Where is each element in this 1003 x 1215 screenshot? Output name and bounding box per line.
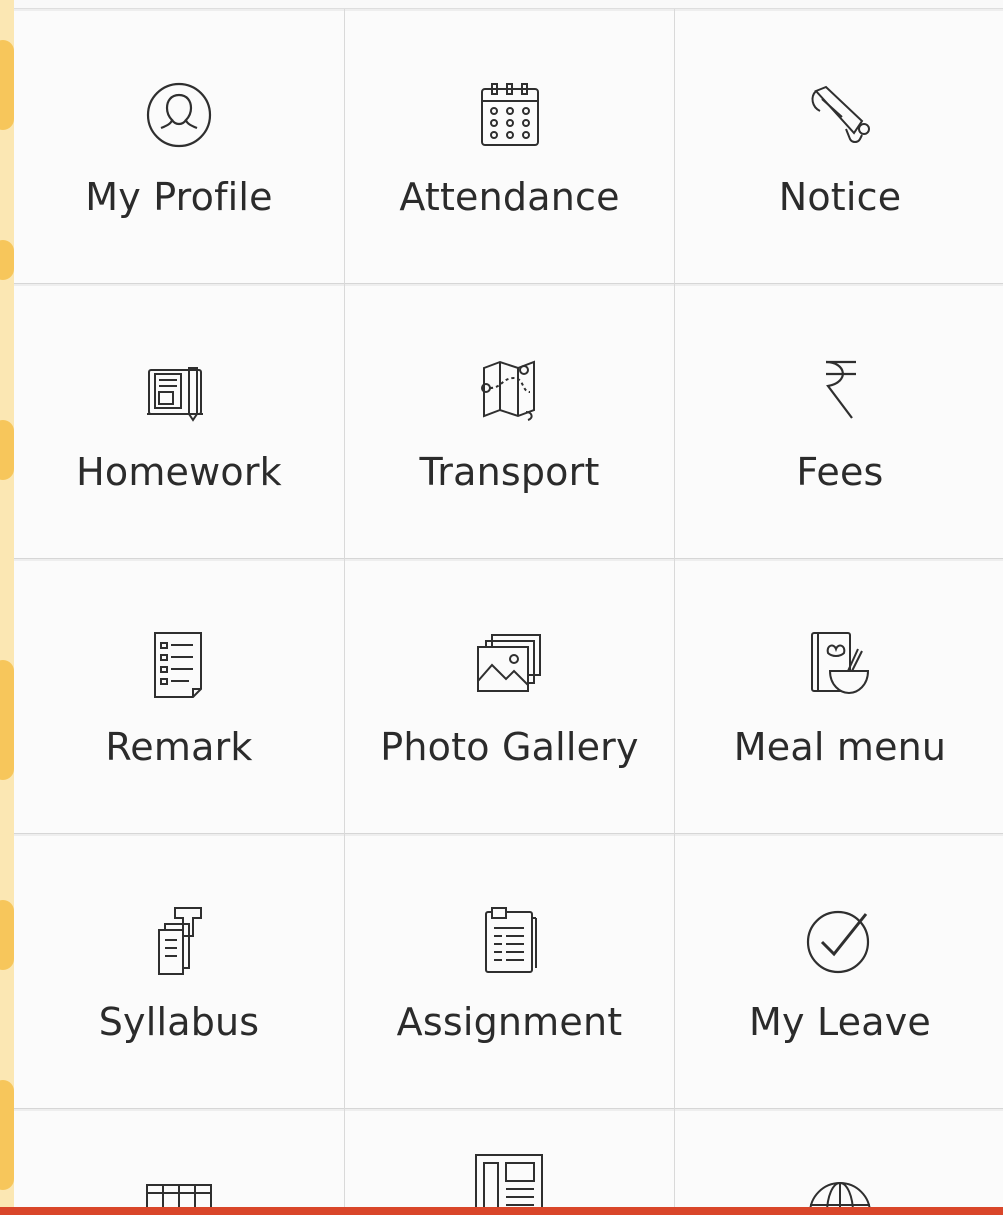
tile-label: Meal menu	[733, 725, 947, 769]
feature-grid: My Profile Attendance Notice Homework Tr…	[14, 8, 1003, 1215]
route-map-icon	[472, 352, 548, 428]
tile-meal-menu[interactable]: Meal menu	[675, 559, 1003, 834]
tile-label: My Leave	[749, 1000, 931, 1044]
tile-newspaper[interactable]	[345, 1109, 674, 1215]
tile-remark[interactable]: Remark	[14, 559, 344, 834]
tile-photo-gallery[interactable]: Photo Gallery	[345, 559, 674, 834]
tile-notice[interactable]: Notice	[675, 9, 1003, 284]
rupee-icon	[802, 352, 878, 428]
tile-label: Fees	[796, 450, 884, 494]
megaphone-icon	[802, 77, 878, 153]
globe-icon	[802, 1149, 878, 1215]
tile-timetable[interactable]	[14, 1109, 344, 1215]
profile-icon	[141, 77, 217, 153]
tile-label: Transport	[419, 450, 600, 494]
tile-label: My Profile	[85, 175, 273, 219]
tile-syllabus[interactable]: Syllabus	[14, 834, 344, 1109]
calendar-icon	[472, 77, 548, 153]
bottom-accent-bar	[0, 1207, 1003, 1215]
tile-label: Syllabus	[98, 1000, 260, 1044]
tile-my-leave[interactable]: My Leave	[675, 834, 1003, 1109]
tile-label: Assignment	[396, 1000, 623, 1044]
tile-label: Photo Gallery	[380, 725, 639, 769]
tile-my-profile[interactable]: My Profile	[14, 9, 344, 284]
tile-label: Remark	[105, 725, 253, 769]
tile-globe[interactable]	[675, 1109, 1003, 1215]
tile-assignment[interactable]: Assignment	[345, 834, 674, 1109]
photo-gallery-icon	[472, 627, 548, 703]
tile-fees[interactable]: Fees	[675, 284, 1003, 559]
tile-label: Notice	[778, 175, 902, 219]
checkmark-circle-icon	[802, 902, 878, 978]
decorative-side-strip	[0, 0, 14, 1215]
checklist-icon	[141, 627, 217, 703]
tile-attendance[interactable]: Attendance	[345, 9, 674, 284]
meal-bowl-icon	[802, 627, 878, 703]
menu-screen: My Profile Attendance Notice Homework Tr…	[0, 0, 1003, 1215]
tile-homework[interactable]: Homework	[14, 284, 344, 559]
tile-label: Attendance	[399, 175, 620, 219]
assignment-icon	[472, 902, 548, 978]
tile-label: Homework	[76, 450, 282, 494]
syllabus-icon	[141, 902, 217, 978]
timetable-icon	[141, 1149, 217, 1215]
homework-book-icon	[141, 352, 217, 428]
tile-transport[interactable]: Transport	[345, 284, 674, 559]
newspaper-icon	[472, 1149, 548, 1215]
